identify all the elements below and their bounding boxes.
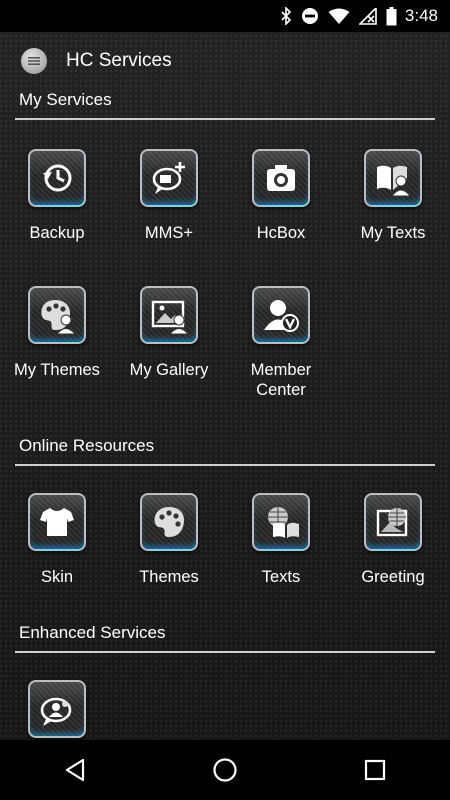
service-tile-my-themes[interactable]: My Themes xyxy=(1,286,113,380)
globe-book-icon xyxy=(252,493,310,551)
palette-person-icon xyxy=(28,286,86,344)
menu-button[interactable] xyxy=(21,48,47,74)
home-button[interactable] xyxy=(195,740,255,800)
section-header-enhanced-services: Enhanced Services xyxy=(15,621,435,653)
camera-box-icon xyxy=(252,149,310,207)
tshirt-icon xyxy=(28,493,86,551)
mms-chat-icon xyxy=(140,149,198,207)
tile-label: HcBox xyxy=(256,224,306,242)
section-header-online-resources: Online Resources xyxy=(15,434,435,466)
tile-label: My Gallery xyxy=(129,361,209,379)
tile-label: Backup xyxy=(29,224,85,242)
service-tile-my-gallery[interactable]: My Gallery xyxy=(113,286,225,380)
tile-label: MMS+ xyxy=(144,224,194,242)
recents-button[interactable] xyxy=(345,740,405,800)
tile-label: Skin xyxy=(40,568,74,586)
section-header-my-services: My Services xyxy=(15,88,435,120)
back-icon xyxy=(65,758,85,782)
enhanced-tile-chat[interactable] xyxy=(1,680,113,738)
service-tile-my-texts[interactable]: My Texts xyxy=(337,149,449,243)
resource-tile-themes[interactable]: Themes xyxy=(113,493,225,587)
back-button[interactable] xyxy=(45,740,105,800)
chat-person-icon xyxy=(28,680,86,738)
home-icon xyxy=(213,758,237,782)
app-title: HC Services xyxy=(66,50,172,71)
no-signal-icon xyxy=(358,7,377,25)
tile-label: Themes xyxy=(139,568,199,586)
app-bar: HC Services xyxy=(0,32,450,90)
image-person-icon xyxy=(140,286,198,344)
service-tile-hcbox[interactable]: HcBox xyxy=(225,149,337,243)
section-title: My Services xyxy=(19,90,112,109)
service-tile-backup[interactable]: Backup xyxy=(1,149,113,243)
navigation-bar xyxy=(0,740,450,800)
tile-label: Greeting xyxy=(361,568,425,586)
resource-tile-skin[interactable]: Skin xyxy=(1,493,113,587)
bluetooth-icon xyxy=(280,7,292,25)
book-person-icon xyxy=(364,149,422,207)
status-bar: 3:48 xyxy=(0,0,450,32)
do-not-disturb-icon xyxy=(301,7,319,25)
backup-clock-icon xyxy=(28,149,86,207)
tile-label: My Themes xyxy=(14,361,100,379)
resource-tile-greeting[interactable]: Greeting xyxy=(337,493,449,587)
service-tile-member-center[interactable]: Member Center xyxy=(225,286,337,400)
menu-icon xyxy=(28,57,40,65)
status-time: 3:48 xyxy=(404,6,438,25)
section-title: Enhanced Services xyxy=(19,623,166,642)
recents-icon xyxy=(364,759,386,781)
member-badge-icon xyxy=(252,286,310,344)
section-title: Online Resources xyxy=(19,436,155,455)
tile-label: My Texts xyxy=(360,224,426,242)
globe-card-icon xyxy=(364,493,422,551)
tile-label: Texts xyxy=(261,568,301,586)
tile-label: Member Center xyxy=(250,361,312,399)
battery-icon xyxy=(386,6,397,26)
wifi-icon xyxy=(328,8,350,25)
resource-tile-texts[interactable]: Texts xyxy=(225,493,337,587)
service-tile-mms-plus[interactable]: MMS+ xyxy=(113,149,225,243)
palette-icon xyxy=(140,493,198,551)
